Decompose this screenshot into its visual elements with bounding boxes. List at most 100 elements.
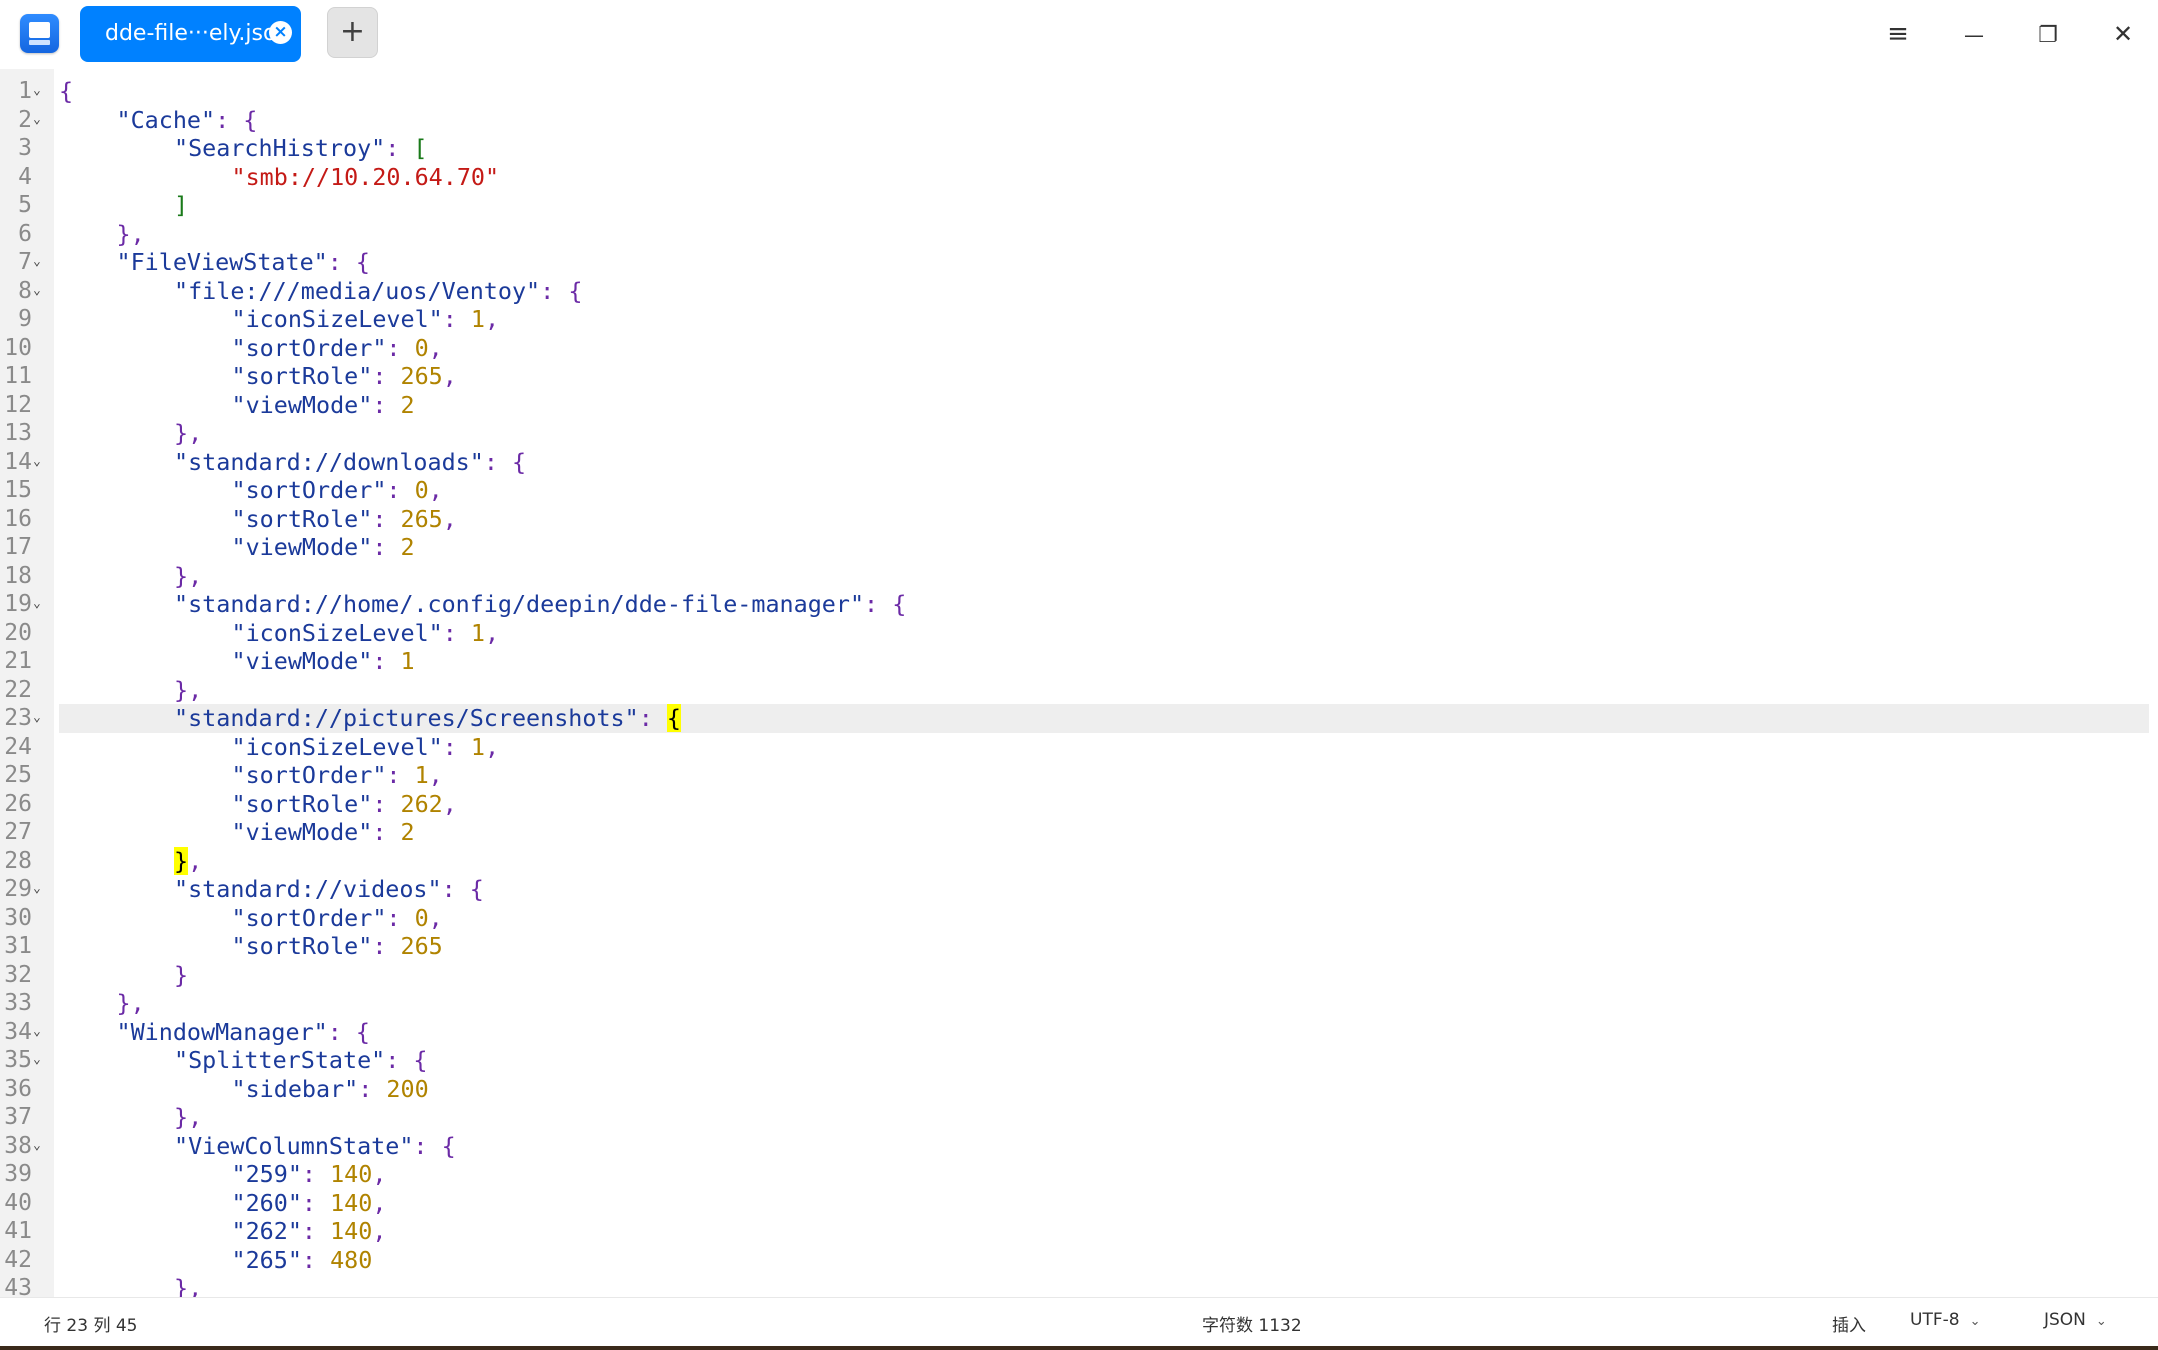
code-text: }, (116, 989, 145, 1017)
line-number: 8 (18, 277, 32, 304)
menu-button[interactable]: ≡ (1875, 12, 1921, 56)
minimize-icon: — (1964, 23, 1984, 47)
code-line[interactable]: 38 ⌄ "ViewColumnState": { (4, 1132, 2149, 1161)
insert-mode-toggle[interactable]: 插入 (1832, 1311, 1866, 1336)
code-line[interactable]: 19 ⌄ "standard://home/.config/deepin/dde-f… (4, 590, 2149, 619)
line-number: 10 (4, 334, 32, 361)
code-line[interactable]: 14 ⌄ "standard://downloads": { (4, 448, 2149, 477)
code-line[interactable]: 3 "SearchHistroy": [ (18, 134, 2149, 163)
code-line[interactable]: 8 ⌄ "file:///media/uos/Ventoy": { (18, 277, 2149, 306)
close-icon: ✕ (2112, 20, 2134, 48)
line-number: 30 (4, 904, 32, 931)
code-line[interactable]: 7 ⌄ "FileViewState": { (18, 248, 2149, 277)
code-text: "sortRole": 265, (231, 362, 457, 390)
code-line[interactable]: 10 "sortOrder": 0, (4, 333, 2149, 363)
line-number: 33 (4, 990, 32, 1016)
code-text: "262": 140, (231, 1217, 387, 1245)
fold-chevron-icon[interactable]: ⌄ (33, 77, 41, 106)
code-line[interactable]: 24 "iconSizeLevel": 1, (4, 732, 2149, 762)
fold-chevron-icon[interactable]: ⌄ (33, 704, 41, 733)
code-text: "sortOrder": 0, (231, 333, 443, 362)
code-line[interactable]: 23 ⌄ "standard://pictures/Screenshots": { (4, 704, 2149, 733)
code-text: "Cache": { (116, 105, 258, 134)
desktop-strip (0, 1346, 2158, 1350)
code-text: "260": 140, (231, 1188, 387, 1217)
code-line[interactable]: 6}, (18, 220, 2149, 249)
code-line[interactable]: 42 "265": 480 (4, 1246, 2149, 1275)
code-text: "standard://home/.config/deepin/dde-file… (174, 590, 907, 618)
line-number: 2 (18, 106, 32, 133)
code-line[interactable]: 37}, (4, 1103, 2149, 1132)
code-line[interactable]: 20 "iconSizeLevel": 1, (4, 619, 2149, 648)
line-number: 14 (4, 448, 32, 475)
status-bar: 行 23 列 45 字符数 1132 插入 UTF-8 ⌄ JSON ⌄ (0, 1297, 2158, 1347)
code-line[interactable]: 17 "viewMode": 2 (4, 533, 2149, 562)
fold-chevron-icon[interactable]: ⌄ (33, 448, 41, 477)
code-line[interactable]: 43}, (4, 1274, 2149, 1297)
code-line[interactable]: 5] (18, 191, 2149, 220)
code-text: "259": 140, (231, 1160, 387, 1188)
code-line[interactable]: 1 ⌄ { (18, 77, 2149, 106)
new-tab-button[interactable]: + (327, 7, 378, 58)
code-line[interactable]: 36 "sidebar": 200 (4, 1074, 2149, 1104)
code-line[interactable]: 34 ⌄ "WindowManager": { (4, 1018, 2149, 1047)
fold-chevron-icon[interactable]: ⌄ (33, 590, 41, 619)
code-text: "sortOrder": 0, (231, 903, 443, 932)
encoding-selector[interactable]: UTF-8 ⌄ (1910, 1310, 1980, 1330)
maximize-button[interactable]: ❐ (2025, 12, 2071, 56)
line-number: 12 (4, 391, 32, 418)
code-line[interactable]: 40 "260": 140, (4, 1188, 2149, 1218)
chevron-down-icon: ⌄ (2095, 1314, 2107, 1329)
code-line[interactable]: 30 "sortOrder": 0, (4, 903, 2149, 933)
fold-chevron-icon[interactable]: ⌄ (33, 277, 41, 306)
line-number: 1 (18, 78, 32, 104)
code-line[interactable]: 32} (4, 961, 2149, 990)
code-text: "viewMode": 1 (231, 647, 415, 675)
code-text-area[interactable]: 1 ⌄{2 ⌄ "Cache": {3 "SearchHistroy": [4 "smb:… (4, 77, 2149, 1297)
code-line[interactable]: 22}, (4, 676, 2149, 705)
line-number: 18 (4, 562, 32, 589)
close-button[interactable]: ✕ (2100, 12, 2146, 56)
code-line[interactable]: 33}, (4, 989, 2149, 1018)
fold-chevron-icon[interactable]: ⌄ (33, 106, 41, 135)
fold-chevron-icon[interactable]: ⌄ (33, 248, 41, 277)
code-line[interactable]: 15 "sortOrder": 0, (4, 476, 2149, 505)
code-line[interactable]: 9 "iconSizeLevel": 1, (18, 305, 2149, 334)
code-line[interactable]: 4 "smb://10.20.64.70" (18, 163, 2149, 192)
line-number: 34 (4, 1018, 32, 1045)
tab-file[interactable]: dde-file···ely.jso (80, 6, 301, 62)
line-number: 5 (18, 192, 32, 218)
code-line[interactable]: 41 "262": 140, (4, 1217, 2149, 1246)
minimize-button[interactable]: — (1951, 12, 1997, 56)
code-line[interactable]: 26 "sortRole": 262, (4, 790, 2149, 819)
code-line[interactable]: 16 "sortRole": 265, (4, 505, 2149, 534)
code-line[interactable]: 2 ⌄ "Cache": { (18, 105, 2149, 135)
code-line[interactable]: 29 ⌄ "standard://videos": { (4, 875, 2149, 904)
tab-close-icon[interactable]: × (269, 21, 292, 44)
line-number: 4 (18, 163, 32, 190)
code-line[interactable]: 27 "viewMode": 2 (4, 818, 2149, 847)
code-text: "sidebar": 200 (231, 1074, 429, 1103)
code-editor[interactable]: 1 ⌄{2 ⌄ "Cache": {3 "SearchHistroy": [4 "smb:… (0, 69, 2158, 1297)
line-number: 40 (4, 1189, 32, 1216)
line-number: 25 (4, 762, 32, 788)
code-text: "iconSizeLevel": 1, (231, 732, 500, 761)
code-line[interactable]: 25 "sortOrder": 1, (4, 761, 2149, 790)
code-text: }, (174, 419, 203, 447)
fold-chevron-icon[interactable]: ⌄ (33, 1046, 41, 1075)
code-line[interactable]: 39 "259": 140, (4, 1160, 2149, 1189)
fold-chevron-icon[interactable]: ⌄ (33, 1132, 41, 1161)
code-text: "sortOrder": 0, (231, 476, 443, 504)
code-line[interactable]: 28}, (4, 846, 2149, 876)
code-line[interactable]: 18}, (4, 562, 2149, 591)
code-line[interactable]: 35 ⌄ "SplitterState": { (4, 1046, 2149, 1075)
code-line[interactable]: 11 "sortRole": 265, (4, 362, 2149, 391)
fold-chevron-icon[interactable]: ⌄ (33, 875, 41, 904)
code-line[interactable]: 13}, (4, 419, 2149, 448)
code-line[interactable]: 21 "viewMode": 1 (4, 647, 2149, 676)
code-line[interactable]: 12 "viewMode": 2 (4, 390, 2149, 420)
language-selector[interactable]: JSON ⌄ (2044, 1310, 2107, 1330)
code-line[interactable]: 31 "sortRole": 265 (4, 932, 2149, 961)
fold-chevron-icon[interactable]: ⌄ (33, 1018, 41, 1047)
code-text: "viewMode": 2 (231, 390, 415, 419)
